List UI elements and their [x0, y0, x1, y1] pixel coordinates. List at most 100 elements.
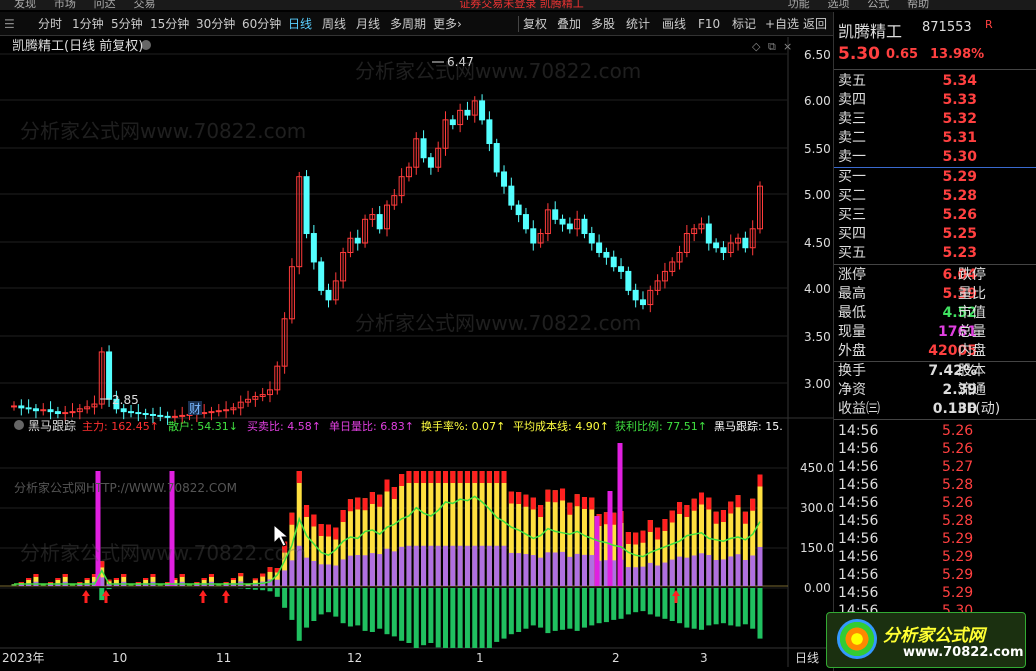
menu-item-market[interactable]: 市场	[54, 0, 76, 9]
order-price: 5.34	[942, 73, 977, 89]
menu-item-options[interactable]: 选项	[827, 0, 849, 9]
indicator-bar-mid	[304, 557, 310, 586]
menu-item-formula[interactable]: 公式	[867, 0, 889, 9]
indicator-neg-bar	[289, 588, 295, 620]
tick-price: 5.28	[942, 513, 974, 529]
tab-period-1[interactable]: 1分钟	[72, 12, 104, 36]
chart-area[interactable]: 凯腾精工(日线 前复权) ◇ ⧉ × 6.50 6.00 5.50 5.00 4…	[0, 37, 833, 667]
indicator-bar-mid	[677, 556, 683, 586]
sell-row-4[interactable]: 卖四 5.33	[834, 91, 1036, 110]
tick-row: 14:56 5.26	[834, 440, 1036, 459]
tool-overlay[interactable]: 叠加	[557, 12, 581, 36]
menu-item-discover[interactable]: 发现	[14, 0, 36, 9]
menu-item-help[interactable]: 帮助	[907, 0, 929, 9]
indicator-neg-bar	[245, 588, 251, 590]
candle-body	[171, 415, 178, 418]
tick-row: 14:56 5.29	[834, 530, 1036, 549]
tool-fuquan[interactable]: 复权	[523, 12, 547, 36]
indicator-neg-bar	[706, 588, 712, 626]
indicator-bar-top	[567, 502, 573, 515]
indicator-bar-mid	[340, 559, 346, 586]
indicator-neg-bar	[464, 588, 470, 648]
tab-period-9[interactable]: 多周期	[390, 12, 426, 36]
menu-item-ask[interactable]: 问达	[94, 0, 116, 9]
indicator-neg-bar	[516, 588, 522, 632]
tab-period-5[interactable]: 60分钟	[242, 12, 281, 36]
price-tick: 4.50	[804, 236, 831, 250]
tool-f10[interactable]: F10	[698, 12, 720, 36]
indicator-bar-top	[655, 527, 661, 540]
indicator-neg-bar	[757, 588, 763, 639]
restore-icon[interactable]: ⧉	[768, 40, 776, 53]
indicator-neg-bar	[567, 588, 573, 629]
candle-body	[47, 409, 54, 413]
indicator-neg-bar	[106, 588, 112, 590]
tab-period-0[interactable]: 分时	[38, 12, 62, 36]
stat-label: 涨停	[838, 267, 866, 283]
indicator-bar-mid	[728, 556, 734, 586]
candle-body	[62, 412, 69, 415]
tool-back[interactable]: 返回	[803, 12, 827, 36]
menu-item-trade[interactable]: 交易	[133, 0, 155, 9]
grid-icon[interactable]: ☰	[4, 12, 15, 36]
sell-row-2[interactable]: 卖二 5.31	[834, 129, 1036, 148]
tool-mark[interactable]: 标记	[732, 12, 756, 36]
tick-time: 14:56	[838, 549, 879, 565]
indicator-neg-bar	[304, 588, 310, 628]
indicator-bar-mid	[464, 545, 470, 586]
indicator-bar-mid	[479, 545, 485, 586]
buy-row-4[interactable]: 买四 5.25	[834, 225, 1036, 244]
indicator-neg-bar	[479, 588, 485, 648]
indicator-dropdown-icon[interactable]	[14, 420, 24, 430]
stat-label-2: PE(动)	[958, 401, 1001, 417]
tool-add-watch[interactable]: +自选	[765, 12, 799, 36]
buy-row-5[interactable]: 买五 5.23	[834, 244, 1036, 263]
candle-body	[18, 405, 25, 409]
tab-period-2[interactable]: 5分钟	[111, 12, 143, 36]
indicator-neg-bar	[333, 588, 339, 617]
buy-row-3[interactable]: 买三 5.26	[834, 206, 1036, 225]
indicator-bar-top	[435, 471, 441, 483]
tool-multi[interactable]: 多股	[591, 12, 615, 36]
close-icon[interactable]: ×	[783, 40, 792, 53]
sell-row-1[interactable]: 卖一 5.30	[834, 148, 1036, 167]
tool-stats[interactable]: 统计	[626, 12, 650, 36]
candle-body	[566, 223, 573, 230]
indicator-neg-bar	[640, 588, 646, 612]
candle-body	[581, 218, 588, 235]
tab-period-7[interactable]: 周线	[322, 12, 346, 36]
tab-period-3[interactable]: 15分钟	[150, 12, 189, 36]
indicator-neg-bar	[633, 588, 639, 613]
sell-row-3[interactable]: 卖三 5.32	[834, 110, 1036, 129]
candle-body	[501, 171, 508, 187]
indicator-neg-bar	[362, 588, 368, 631]
indicator-bar-mid	[282, 570, 288, 586]
tab-period-4[interactable]: 30分钟	[196, 12, 235, 36]
buy-row-1[interactable]: 买一 5.29	[834, 168, 1036, 187]
indicator-bar-top	[647, 520, 653, 532]
indicator-bar-top	[530, 497, 536, 510]
menu-item-function[interactable]: 功能	[788, 0, 810, 9]
candle-body	[354, 237, 361, 244]
buy-row-2[interactable]: 买二 5.28	[834, 187, 1036, 206]
candle-body	[632, 289, 639, 301]
diamond-icon[interactable]: ◇	[752, 40, 761, 53]
tool-draw[interactable]: 画线	[662, 12, 686, 36]
tab-period-day[interactable]: 日线	[288, 12, 312, 36]
chart-svg[interactable]: 凯腾精工(日线 前复权) ◇ ⧉ × 6.50 6.00 5.50 5.00 4…	[0, 37, 833, 667]
tab-period-more[interactable]: 更多›	[433, 12, 462, 36]
indicator-bar-top	[428, 471, 434, 483]
indicator-bar-top	[552, 490, 558, 503]
indicator-neg-bar	[691, 588, 697, 629]
stat-label-2: 内盘	[958, 343, 986, 359]
indicator-bar-mid	[355, 555, 361, 586]
tab-period-8[interactable]: 月线	[356, 12, 380, 36]
indicator-neg-bar	[311, 588, 317, 621]
sell-row-5[interactable]: 卖五 5.34	[834, 72, 1036, 91]
stat-label-2: 股本	[958, 363, 986, 379]
stat-label: 现量	[838, 324, 866, 340]
indicator-bar-mid	[413, 545, 419, 586]
indicator-bar-mid	[347, 555, 353, 586]
indicator-neg-bar	[560, 588, 566, 630]
indicator-bar-top	[238, 573, 244, 577]
